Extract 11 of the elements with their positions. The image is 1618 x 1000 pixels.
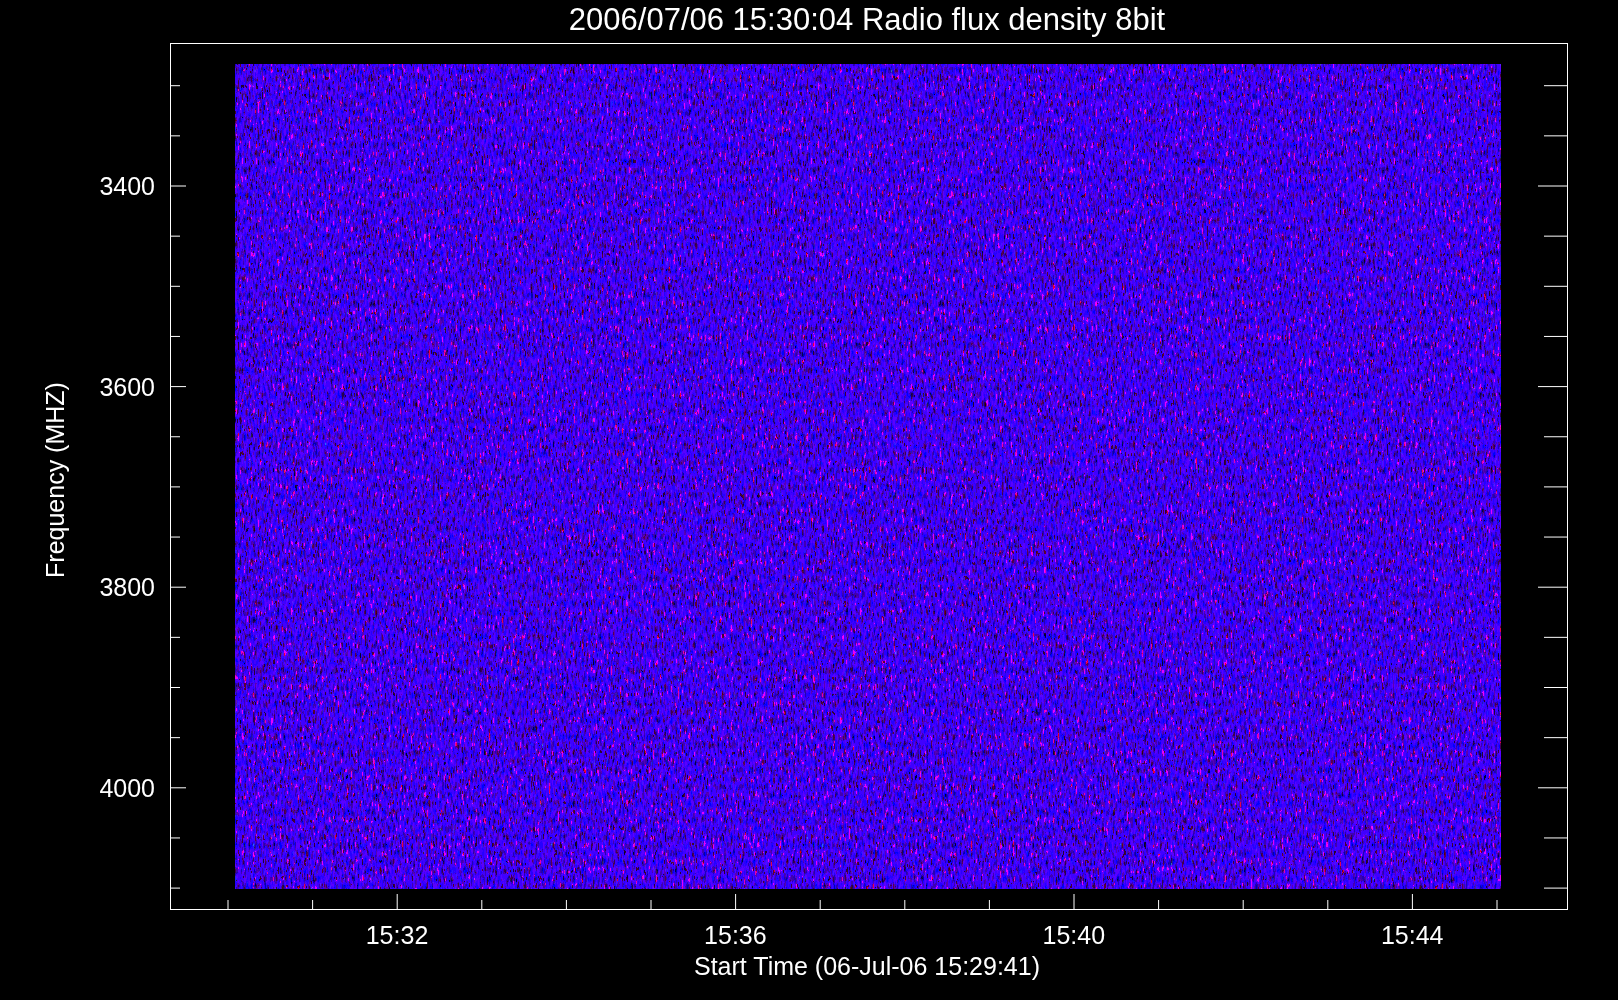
axis-tick-label: 4000 (99, 773, 155, 802)
axis-tick-label: 3600 (99, 372, 155, 401)
axis-tick-label: 3800 (99, 573, 155, 602)
axis-tick-label: 15:36 (704, 921, 767, 949)
axis-title: Start Time (06-Jul-06 15:29:41) (694, 952, 1040, 980)
axis-tick-label: 15:44 (1380, 921, 1444, 949)
axis-tick-label: 15:32 (365, 921, 429, 949)
axis-tick-label: 3400 (99, 172, 155, 200)
chart-title: 2006/07/06 15:30:04 Radio flux density 8bit (568, 2, 1166, 37)
axis-tick-label: 15:40 (1042, 921, 1106, 949)
axis-title: Frequency (MHZ) (41, 382, 69, 578)
